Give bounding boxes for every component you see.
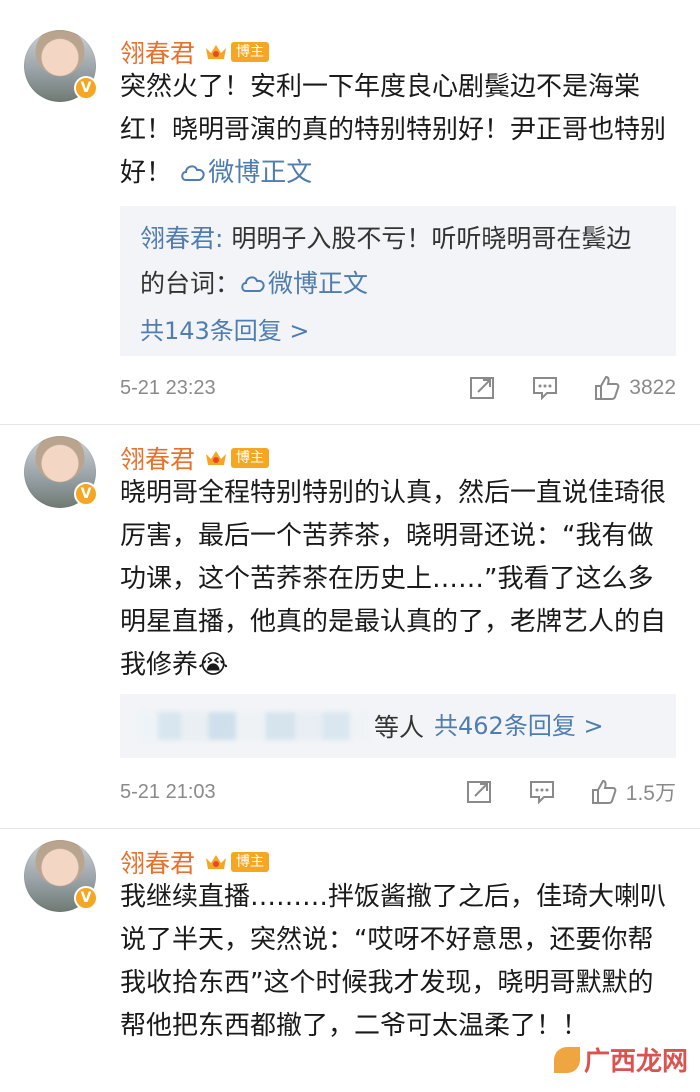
blogger-tag: 博主 [231,852,270,872]
reply-suffix: 等人 [374,713,425,742]
post-footer: 5-21 23:23 3822 [120,368,676,408]
crown-icon [203,446,229,470]
comment-post: V 翎春君 博主 晓明哥全程特别特别的认真，然后一直说佳琦很厉害，最后一个苦荞茶… [0,436,700,816]
blurred-usernames [140,712,368,740]
verified-badge-icon: V [74,76,98,100]
like-icon [591,779,617,804]
like-count: 1.5万 [625,782,676,805]
repost-button[interactable] [469,375,497,401]
comment-icon [533,377,558,401]
name-row: 翎春君 博主 [120,844,270,880]
actions: 3822 [435,374,676,402]
username[interactable]: 翎春君 [120,440,195,476]
like-count: 3822 [629,376,676,399]
post-text: 突然火了！安利一下年度良心剧鬓边不是海棠红！晓明哥演的真的特别特别好！尹正哥也特… [120,66,676,198]
reply-count-link[interactable]: 共143条回复 > [140,309,656,353]
reply-count-link[interactable]: 共462条回复 > [434,704,604,748]
like-icon [595,375,620,400]
post-footer: 5-21 21:03 1.5万 [120,772,676,812]
username[interactable]: 翎春君 [120,844,195,880]
weibo-link-label: 微博正文 [208,158,313,188]
comment-icon [529,781,554,805]
name-row: 翎春君 博主 [120,440,270,476]
repost-icon [466,781,491,803]
comment-button[interactable] [528,779,556,805]
site-watermark: 广西龙网 [553,1041,688,1078]
post-text: 晓明哥全程特别特别的认真，然后一直说佳琦很厉害，最后一个苦荞茶，晓明哥还说：“我… [120,472,676,687]
watermark-logo-icon [553,1046,580,1073]
name-row: 翎春君 博主 [120,34,270,70]
weibo-link-icon [240,264,266,309]
verified-badge-icon: V [74,886,98,910]
post-text: 我继续直播………拌饭酱撤了之后，佳琦大喇叭说了半天，突然说：“哎呀不好意思，还要… [120,876,676,1048]
reply-username[interactable]: 翎春君: [140,224,223,253]
timestamp: 5-21 21:03 [120,780,216,803]
weibo-link-icon [180,155,206,198]
reply-weibo-link-label: 微博正文 [268,269,369,298]
crown-icon [203,850,229,874]
comment-post: V 翎春君 博主 突然火了！安利一下年度良心剧鬓边不是海棠红！晓明哥演的真的特别… [0,30,700,410]
divider [0,424,700,425]
timestamp: 5-21 23:23 [120,376,216,399]
repost-button[interactable] [466,779,494,805]
crown-icon [203,40,229,64]
comment-button[interactable] [531,375,559,401]
weibo-link[interactable]: 微博正文 [180,158,312,188]
like-button[interactable]: 3822 [593,374,676,402]
username[interactable]: 翎春君 [120,34,195,70]
watermark-text: 广西龙网 [583,1046,688,1076]
reply-box[interactable]: 等人 共462条回复 > [120,694,676,758]
divider [0,828,700,829]
crying-emoji: 😭 [198,650,229,680]
like-button[interactable]: 1.5万 [590,777,676,807]
reply-text: 翎春君: 明明子入股不亏！听听晓明哥在鬓边的台词： 微博正文 [140,216,656,309]
reply-box[interactable]: 翎春君: 明明子入股不亏！听听晓明哥在鬓边的台词： 微博正文 共143条回复 > [120,206,676,356]
reply-weibo-link[interactable]: 微博正文 [240,269,368,298]
actions: 1.5万 [432,777,676,807]
blogger-tag: 博主 [231,42,270,62]
repost-icon [470,377,495,399]
blogger-tag: 博主 [231,448,270,468]
verified-badge-icon: V [74,482,98,506]
post-text-content: 我继续直播………拌饭酱撤了之后，佳琦大喇叭说了半天，突然说：“哎呀不好意思，还要… [120,882,667,1041]
